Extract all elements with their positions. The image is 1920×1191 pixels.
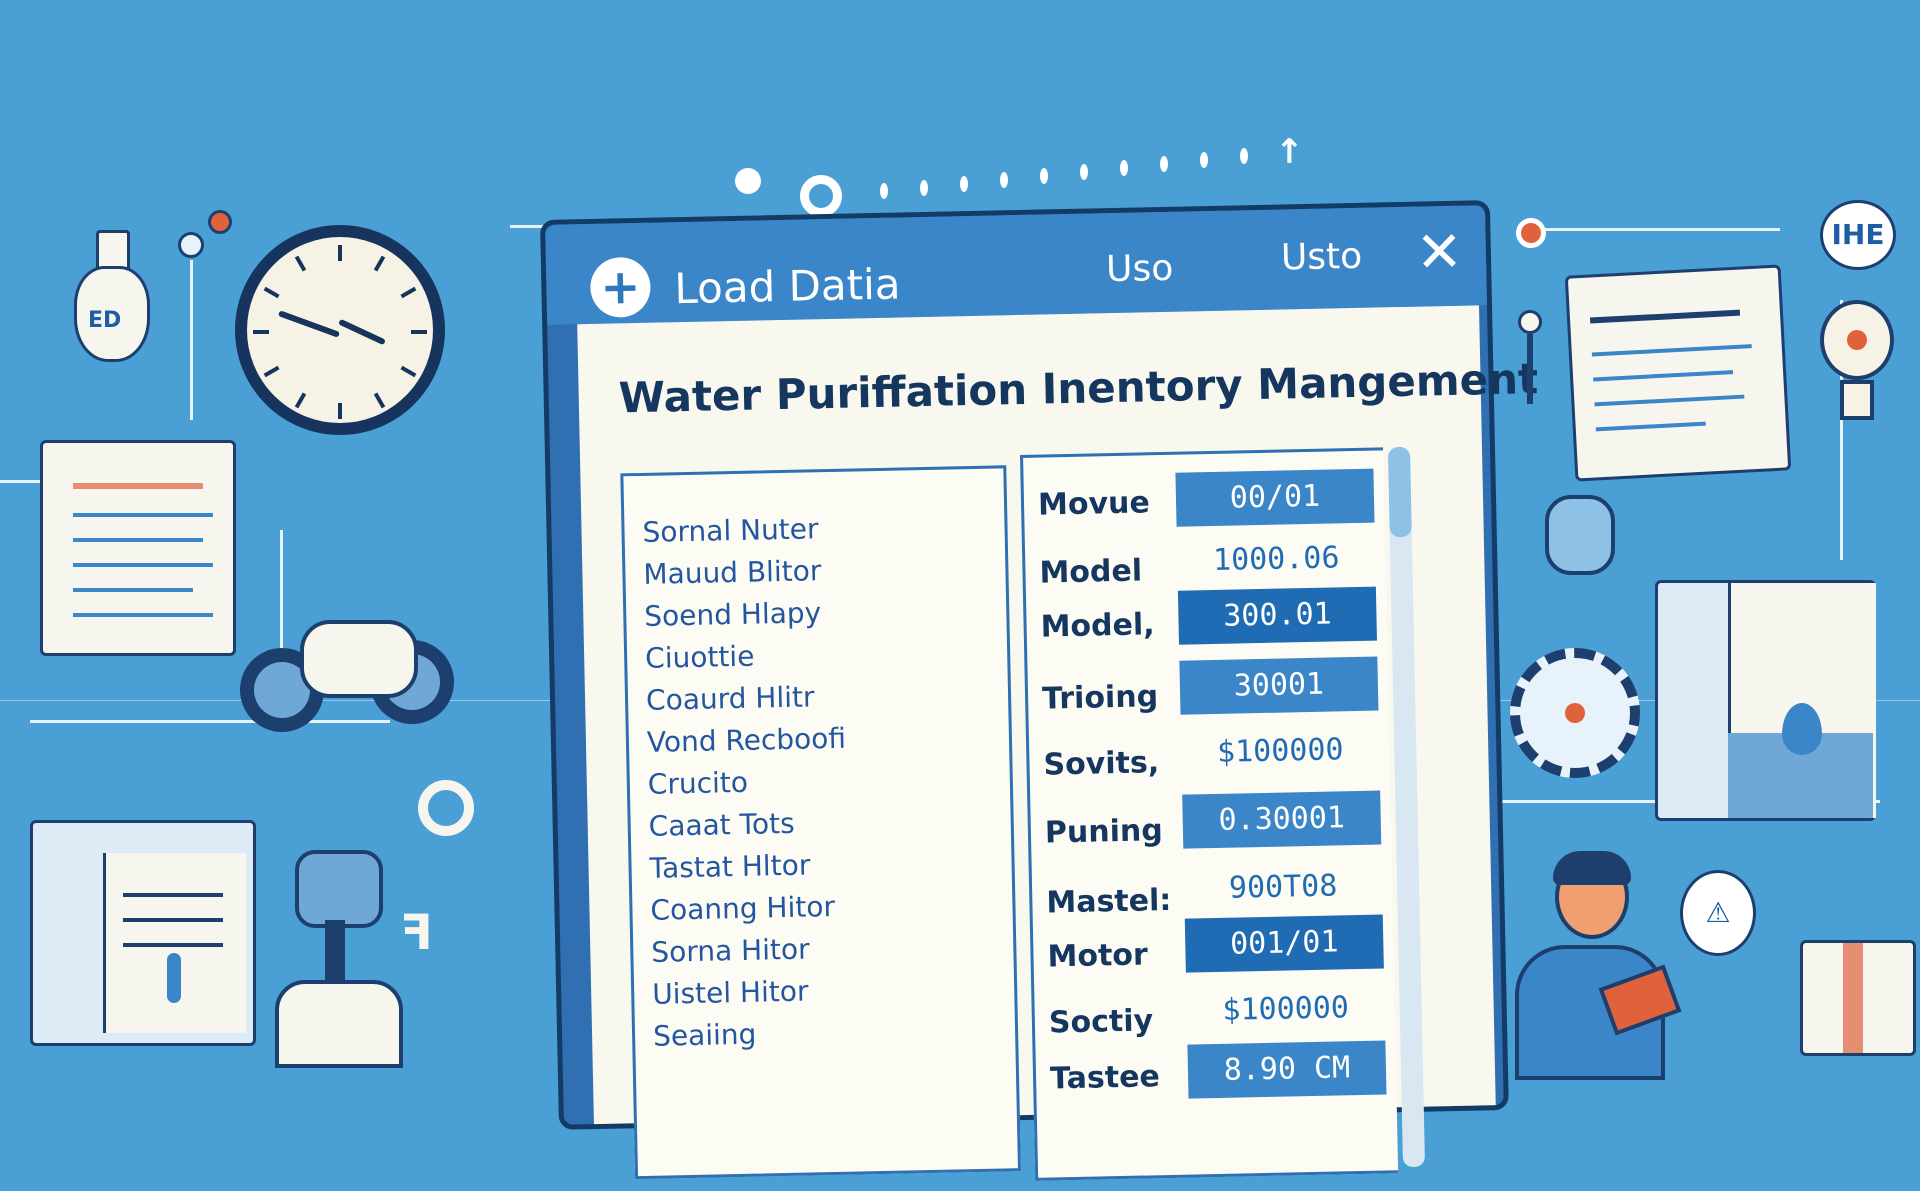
list-item[interactable]: Coaurd Hlitr xyxy=(646,680,815,717)
pin-icon xyxy=(1518,310,1542,410)
gear-center xyxy=(1565,703,1585,723)
row-label: Movue xyxy=(1037,485,1151,523)
light-bulb-icon: ED xyxy=(70,230,150,370)
storage-unit-icon xyxy=(30,820,256,1046)
path-dot xyxy=(920,180,928,196)
inventory-table: Movue 00/01 Model 1000.06 Model, 300.01 … xyxy=(1020,447,1399,1181)
document-icon xyxy=(1564,264,1792,482)
path-dot xyxy=(960,176,968,192)
pipes-icon: ꟻ xyxy=(400,905,433,961)
list-item[interactable]: Crucito xyxy=(647,766,748,801)
list-item[interactable]: Ciuottie xyxy=(645,640,755,675)
path-dot xyxy=(1040,168,1048,184)
row-label: Sovits, xyxy=(1043,745,1160,783)
list-item[interactable]: Caaat Tots xyxy=(648,807,795,843)
row-value[interactable]: 001/01 xyxy=(1184,914,1384,973)
row-label: Motor xyxy=(1047,937,1149,975)
list-item[interactable]: Sornal Nuter xyxy=(642,512,819,549)
clock-icon xyxy=(235,225,445,435)
filter-cartridge-icon xyxy=(240,620,460,732)
row-value[interactable]: $100000 xyxy=(1186,980,1385,1038)
window-title: Load Datia xyxy=(673,259,901,314)
title-bar: + Load Datia Uso Usto ✕ xyxy=(545,205,1487,325)
list-item[interactable]: Tastat Hltor xyxy=(649,848,810,884)
list-item[interactable]: Vond Recboofi xyxy=(647,722,847,759)
bulb-label: ED xyxy=(88,308,122,333)
node-dot xyxy=(178,232,204,258)
hexagon-nut-icon xyxy=(418,780,474,836)
row-label: Mastel: xyxy=(1046,882,1172,921)
corner-badge: IHE xyxy=(1820,200,1896,270)
water-tank-icon xyxy=(1655,580,1876,821)
row-label: Model, xyxy=(1040,607,1155,645)
clipboard-icon xyxy=(40,440,236,656)
path-dot xyxy=(880,183,888,199)
drop-warning-icon: ⚠ xyxy=(1680,870,1756,956)
scrollbar-thumb[interactable] xyxy=(1387,446,1412,538)
list-item[interactable]: Sorna Hitor xyxy=(651,933,810,969)
path-dot xyxy=(735,168,761,194)
path-dot xyxy=(1160,156,1168,172)
path-dot xyxy=(1240,148,1248,164)
row-label: Trioing xyxy=(1041,679,1159,717)
row-label: Puning xyxy=(1044,813,1164,851)
connector-line xyxy=(190,260,193,420)
list-item[interactable]: Uistel Hitor xyxy=(652,975,809,1011)
node-dot xyxy=(208,210,232,234)
row-value[interactable]: 8.90 CM xyxy=(1187,1040,1387,1099)
package-box-icon xyxy=(1800,940,1916,1056)
path-dot xyxy=(1080,164,1088,180)
list-item[interactable]: Coanng Hitor xyxy=(650,890,835,927)
row-value[interactable]: $100000 xyxy=(1181,723,1380,781)
row-value[interactable]: 300.01 xyxy=(1177,586,1377,645)
content-area: Water Puriffation Inentory Mangement Sor… xyxy=(577,305,1539,1181)
row-value[interactable]: 0.30001 xyxy=(1182,790,1382,849)
list-item[interactable]: Mauud Blitor xyxy=(643,554,822,591)
plus-icon[interactable]: + xyxy=(589,256,652,318)
row-value[interactable]: 30001 xyxy=(1179,656,1379,715)
node-dot xyxy=(1516,218,1546,248)
water-valve-icon xyxy=(275,850,403,1068)
connector-line xyxy=(1540,228,1780,231)
path-ring xyxy=(800,175,842,217)
menu-item-usto[interactable]: Usto xyxy=(1281,236,1363,279)
close-icon[interactable]: ✕ xyxy=(1415,220,1463,286)
water-tap-icon xyxy=(1545,495,1615,605)
row-label: Tastee xyxy=(1049,1059,1161,1097)
list-item[interactable]: Soend Hlapy xyxy=(644,596,822,633)
row-value[interactable]: 00/01 xyxy=(1175,468,1375,527)
path-dot xyxy=(1200,152,1208,168)
bulb-alert-icon xyxy=(1820,300,1894,430)
row-label: Soctiy xyxy=(1048,1003,1154,1041)
page-title: Water Puriffation Inentory Mangement xyxy=(618,354,1539,423)
list-item[interactable]: Seaiing xyxy=(653,1018,757,1053)
row-label: Model xyxy=(1039,553,1143,591)
row-value[interactable]: 900T08 xyxy=(1184,859,1383,917)
menu-item-uso[interactable]: Uso xyxy=(1106,248,1174,290)
app-window: + Load Datia Uso Usto ✕ Water Puriffatio… xyxy=(540,200,1539,1181)
arrow-up-icon: ↑ xyxy=(1275,132,1304,172)
person-avatar xyxy=(1505,851,1685,1080)
inventory-list: Sornal Nuter Mauud Blitor Soend Hlapy Ci… xyxy=(620,465,1022,1180)
path-dot xyxy=(1000,172,1008,188)
row-value[interactable]: 1000.06 xyxy=(1177,531,1376,589)
path-dot xyxy=(1120,160,1128,176)
